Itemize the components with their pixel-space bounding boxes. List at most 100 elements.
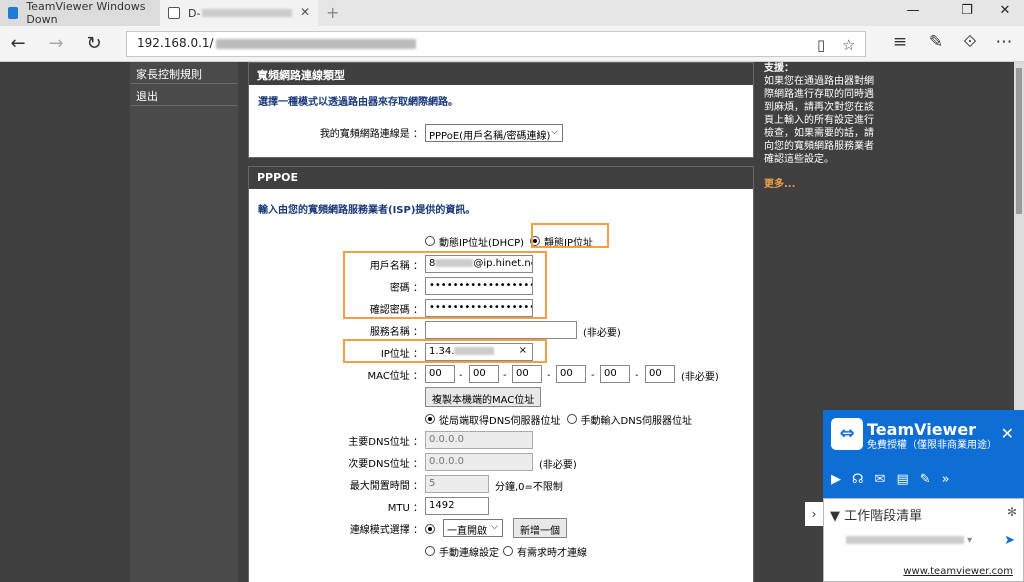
notes-icon[interactable]: ✎ [924,32,948,52]
ip-address-input[interactable]: 1.34. × [425,343,533,361]
teamviewer-session-body: ▼ 工作階段清單 ✻ ▾ ➤ www.teamviewer.com [823,498,1024,582]
teamviewer-favicon-icon [8,7,19,19]
mac-octet-5[interactable]: 00 [600,365,630,383]
idle-time-label: 最大閒置時間 ： [349,481,423,492]
mac-octet-2[interactable]: 00 [469,365,499,383]
mac-sep: - [547,369,551,381]
connection-type-section: 寬頻網路連線類型 選擇一種模式以透過路由器來存取網際網路。 我的寬頻網路連線是 … [248,62,754,158]
highlight-static-ip [531,223,609,248]
teamviewer-license: 免費授權（僅限非商業用途） [867,440,997,451]
mtu-input[interactable]: 1492 [425,497,489,515]
manual-connect-label: 手動連線設定 [439,547,499,559]
username-input[interactable]: 8@ip.hinet.net [425,255,533,273]
dns2-optional: (非必要) [539,459,577,471]
radio-dns-auto[interactable] [425,414,435,424]
tab-teamviewer[interactable]: TeamViewer Windows Down [0,0,160,26]
dns-manual-label: 手動輸入DNS伺服器位址 [580,415,693,427]
mac-octet-3[interactable]: 00 [512,365,542,383]
idle-time-unit: 分鐘,0=不限制 [495,481,563,493]
teamviewer-link[interactable]: www.teamviewer.com [903,566,1013,577]
dns-mode-row: 從局端取得DNS伺服器位址 手動輸入DNS伺服器位址 [425,409,692,429]
nav-bar: ← → ↻ 192.168.0.1/ ▯ ☆ ≡ ✎ ⟐ ⋯ [0,26,1024,62]
ip-address-value: 1.34. [429,346,455,357]
tab-bar: TeamViewer Windows Down D- ✕ + — ❐ ✕ [0,0,1024,26]
cursor-icon: ➤ [1004,533,1015,548]
back-icon[interactable]: ← [6,32,30,56]
more-icon[interactable]: ⋯ [992,32,1016,52]
help-text: 如果您在通過路由器對網際網路進行存取的同時遇到麻煩，請再次對您在該頁上輸入的所有… [764,76,874,165]
mac-octet-6[interactable]: 00 [645,365,675,383]
session-item[interactable]: ▾ [846,535,972,546]
radio-always-on[interactable] [425,524,435,534]
share-icon[interactable]: ⟐ [958,32,982,52]
mac-sep: - [591,369,595,381]
page-favicon-icon [168,7,180,19]
clone-mac-button[interactable]: 複製本機端的MAC位址 [425,387,542,407]
restore-icon[interactable]: ❐ [952,3,982,18]
refresh-icon[interactable]: ↻ [82,32,106,56]
video-icon[interactable]: ▶ [831,472,841,487]
dns2-label: 次要DNS位址 ： [348,459,423,470]
close-tab-icon[interactable]: ✕ [300,5,310,19]
menu-item-parental-control[interactable]: 家長控制規則 [130,62,238,84]
teamviewer-header: ⇔ TeamViewer 免費授權（僅限非商業用途） ✕ ▶ ☊ ✉ ▤ ✎ » [823,410,1024,498]
window-close-icon[interactable]: ✕ [990,3,1020,18]
reading-view-icon[interactable]: ▯ [817,36,825,54]
whiteboard-icon[interactable]: ✎ [920,472,931,487]
tab-title-blur [202,9,293,17]
session-list-toggle[interactable]: ▼ 工作階段清單 [830,505,922,524]
confirm-password-input[interactable]: •••••••••••••••••••• [425,299,533,317]
dns1-label: 主要DNS位址 ： [348,437,423,448]
password-label: 密碼 ： [389,283,423,294]
service-name-label: 服務名稱 ： [369,327,423,338]
add-schedule-button[interactable]: 新增一個 [513,518,567,538]
idle-time-input[interactable]: 5 [425,475,489,493]
connect-mode-label: 連線模式選擇 ： [349,525,423,536]
on-demand-label: 有需求時才連線 [517,547,587,559]
radio-on-demand[interactable] [503,546,513,556]
section-desc: 輸入由您的寬頻網路服務業者(ISP)提供的資訊。 [258,205,476,216]
chevron-right-icon[interactable]: › [805,502,823,526]
service-optional: (非必要) [583,327,621,339]
favorite-star-icon[interactable]: ☆ [842,36,855,54]
mac-sep: - [459,369,463,381]
radio-dhcp[interactable] [425,236,435,246]
menu-item-logout[interactable]: 退出 [130,84,238,106]
clear-icon[interactable]: × [519,345,527,356]
teamviewer-toolbar: ▶ ☊ ✉ ▤ ✎ » [831,472,950,487]
dns1-input[interactable]: 0.0.0.0 [425,431,533,449]
radio-dns-manual[interactable] [566,414,577,424]
teamviewer-name: TeamViewer [867,420,977,439]
minimize-icon[interactable]: — [898,3,928,18]
scrollbar-thumb[interactable] [1016,68,1022,214]
new-tab-icon[interactable]: + [326,3,339,22]
close-icon[interactable]: ✕ [1001,424,1014,443]
gear-icon[interactable]: ✻ [1007,505,1017,519]
ip-address-label: IP位址 ： [380,349,423,360]
service-name-input[interactable] [425,321,577,339]
address-bar[interactable]: 192.168.0.1/ [126,31,866,57]
radio-manual-connect[interactable] [425,546,435,556]
section-title: PPPOE [249,167,753,189]
connection-type-select[interactable]: PPPoE(用戶名稱/密碼連線) [425,124,563,142]
pppoe-section: PPPOE 輸入由您的寬頻網路服務業者(ISP)提供的資訊。 動態IP位址(DH… [248,166,754,582]
mac-octet-1[interactable]: 00 [425,365,455,383]
help-more-link[interactable]: 更多... [764,178,880,191]
connect-mode-select[interactable]: 一直開啟 [443,519,503,537]
headset-icon[interactable]: ☊ [852,472,864,487]
file-transfer-icon[interactable]: ▤ [896,472,908,487]
mac-sep: - [503,369,507,381]
section-desc: 選擇一種模式以透過路由器來存取網際網路。 [258,97,458,108]
expand-icon[interactable]: » [942,472,950,487]
forward-icon[interactable]: → [44,32,68,56]
mac-octet-4[interactable]: 00 [556,365,586,383]
connect-mode-other-row: 手動連線設定 有需求時才連線 [425,541,587,561]
password-input[interactable]: •••••••••••••••••••• [425,277,533,295]
mtu-label: MTU ： [387,503,423,514]
chat-icon[interactable]: ✉ [875,472,886,487]
hub-icon[interactable]: ≡ [888,32,912,52]
tab-title: TeamViewer Windows Down [26,0,146,26]
tab-router[interactable]: D- ✕ [160,0,318,26]
username-blur [435,259,474,267]
dns2-input[interactable]: 0.0.0.0 [425,453,533,471]
